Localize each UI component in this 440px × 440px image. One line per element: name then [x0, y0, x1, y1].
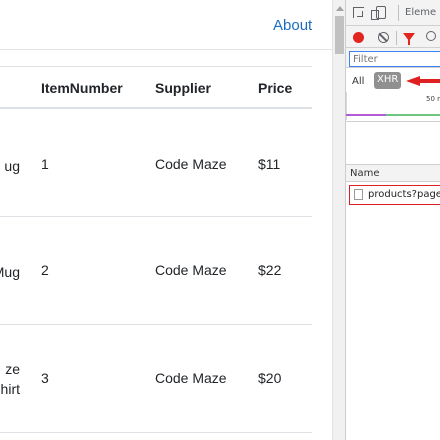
arrow-head-icon — [406, 76, 420, 86]
type-filter-all[interactable]: All — [352, 76, 364, 87]
request-list-header: Name — [346, 164, 440, 182]
search-icon[interactable] — [426, 31, 436, 41]
devtools-panel: Eleme All XHR 50 r Name products?pageS — [345, 0, 440, 440]
timeline-bar-purple — [346, 114, 386, 116]
row-price: $20 — [258, 370, 282, 386]
divider — [398, 5, 399, 21]
timeline-overview[interactable]: 50 r — [346, 92, 440, 122]
annotation-arrow — [406, 76, 440, 86]
row-name-cell: ug — [4, 158, 20, 174]
type-filter-xhr[interactable]: XHR — [374, 72, 402, 89]
timeline-tick-label: 50 r — [426, 95, 440, 103]
tab-elements[interactable]: Eleme — [405, 7, 436, 18]
devtools-tabbar: Eleme — [346, 0, 440, 26]
device-toolbar-icon[interactable] — [371, 6, 386, 20]
row-supplier: Code Maze — [155, 262, 227, 278]
filter-icon[interactable] — [403, 33, 415, 45]
document-icon — [354, 189, 363, 200]
request-row[interactable]: products?pageS — [349, 185, 440, 205]
row-item-number: 2 — [41, 262, 49, 278]
row-price: $11 — [258, 156, 281, 172]
row-item-number: 1 — [41, 156, 49, 172]
row-supplier: Code Maze — [155, 370, 227, 386]
scroll-thumb[interactable] — [335, 16, 344, 54]
record-icon[interactable] — [353, 32, 364, 43]
row-item-number: 3 — [41, 370, 49, 386]
products-table: ItemNumber Supplier Price ug 1 Code Maze… — [0, 66, 312, 433]
row-name-line2: hirt — [0, 381, 20, 397]
filter-input[interactable] — [349, 51, 440, 67]
row-name-line1: ze — [5, 361, 20, 377]
row-name-cell: Mug — [0, 264, 20, 280]
header-price: Price — [258, 80, 293, 96]
scroll-up-arrow-icon[interactable] — [336, 6, 344, 11]
header-item-number: ItemNumber — [41, 80, 123, 96]
web-page: About ItemNumber Supplier Price ug 1 Cod… — [0, 0, 332, 440]
inspect-element-icon[interactable] — [353, 7, 364, 18]
table-row: Mug 2 Code Maze $22 — [0, 217, 312, 325]
timeline-bar-green — [386, 114, 440, 116]
page-scrollbar[interactable] — [332, 0, 345, 440]
column-name[interactable]: Name — [350, 168, 380, 179]
row-supplier: Code Maze — [155, 156, 227, 172]
row-price: $22 — [258, 262, 282, 278]
table-row: ug 1 Code Maze $11 — [0, 109, 312, 217]
table-header: ItemNumber Supplier Price — [0, 66, 312, 109]
header-supplier: Supplier — [155, 80, 212, 96]
divider — [396, 31, 397, 45]
about-link[interactable]: About — [273, 17, 312, 34]
clear-icon[interactable] — [378, 32, 389, 43]
table-row: ze hirt 3 Code Maze $20 — [0, 325, 312, 433]
navbar: About — [0, 0, 332, 50]
request-name[interactable]: products?pageS — [368, 189, 440, 200]
arrow-shaft — [418, 79, 440, 83]
